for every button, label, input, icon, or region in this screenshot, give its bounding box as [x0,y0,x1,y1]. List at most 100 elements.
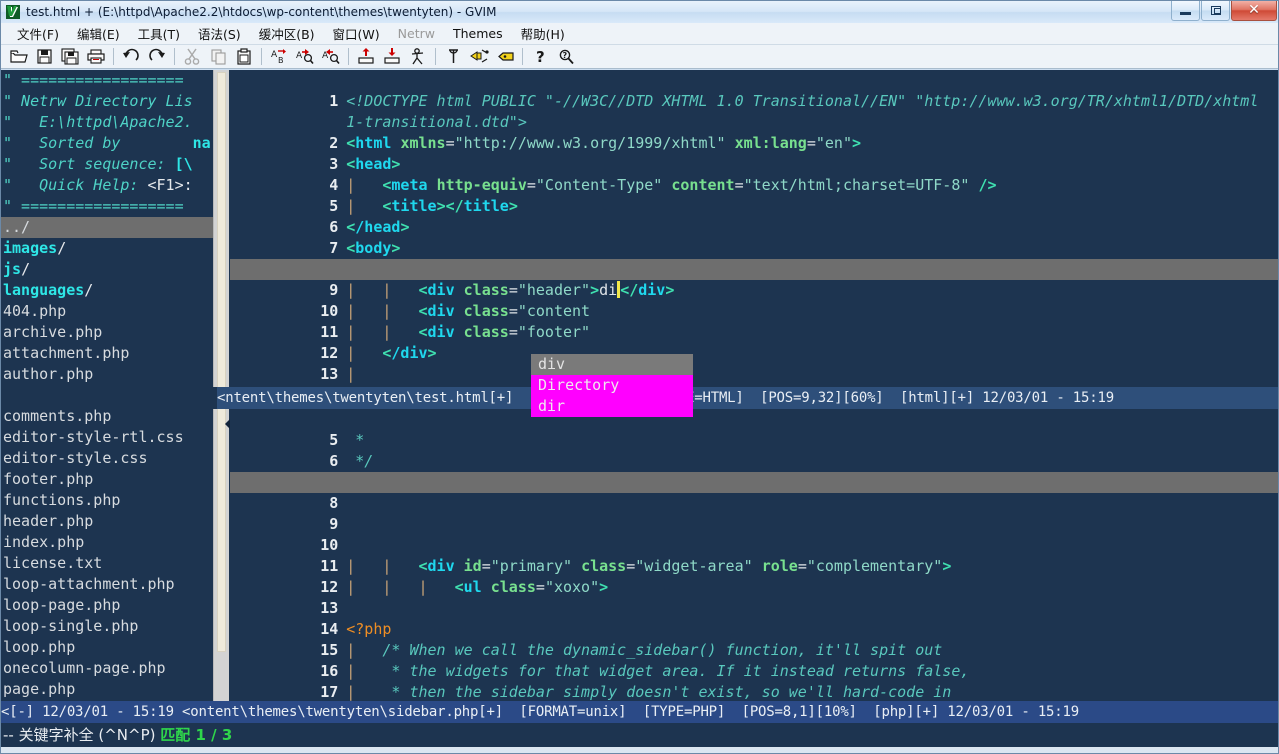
save-all-icon[interactable] [57,46,83,68]
minimize-button[interactable] [1171,1,1200,21]
toolbar-separator [113,48,114,65]
close-button[interactable]: ✕ [1231,1,1277,21]
cut-icon[interactable] [179,46,205,68]
code-line: 10 | | <div class="content [230,280,1278,320]
menu-item-window[interactable]: 窗口(W) [324,23,389,45]
netrw-header-text: ================== [12,197,184,215]
netrw-header-line: " Sorted by na [3,134,211,152]
load-session-icon[interactable] [353,46,379,68]
netrw-entry-label: attachment.php [3,344,130,362]
menu-item-help[interactable]: 帮助(H) [512,23,574,45]
netrw-entry-languages[interactable]: languages/ [1,280,213,301]
code-line: 10 [230,514,1278,554]
editor-pane-test-html[interactable]: 1 <!DOCTYPE html PUBLIC "-//W3C//DTD XHTM… [230,70,1278,387]
netrw-entry-label: 404.php [3,302,67,320]
netrw-entry-onecolumn-page-php[interactable]: onecolumn-page.php [1,658,213,679]
completion-item-directory[interactable]: Directory [531,375,693,396]
find-help-icon[interactable]: ? [553,46,579,68]
code-line: 2 <html xmlns="http://www.w3.org/1999/xht… [230,112,1278,152]
netrw-entry-label: header.php [3,512,94,530]
netrw-entry-license-txt[interactable]: license.txt [1,553,213,574]
completion-item-div[interactable]: div [531,354,693,375]
code-line: 16 | * the widgets for that widget area. … [230,640,1278,680]
build-tags-icon[interactable] [466,46,492,68]
netrw-header-line: " Quick Help: <F1>: [3,176,193,194]
help-icon[interactable]: ? [527,46,553,68]
netrw-entry-archive-php[interactable]: archive.php [1,322,213,343]
netrw-entry-footer-php[interactable]: footer.php [1,469,213,490]
code-line: 12 | </div> [230,322,1278,362]
netrw-entry-editor-style-rtl-css[interactable]: editor-style-rtl.css [1,427,213,448]
save-session-icon[interactable] [379,46,405,68]
completion-popup-menu[interactable]: div Directory dir [531,354,693,417]
netrw-entry-label: onecolumn-page.php [3,659,166,677]
netrw-entry-404-php[interactable]: 404.php [1,301,213,322]
netrw-entry-loop-single-php[interactable]: loop-single.php [1,616,213,637]
copy-icon[interactable] [205,46,231,68]
netrw-entry-label: images [3,239,58,257]
menu-item-netrw[interactable]: Netrw [389,25,444,43]
code-line: 13 [230,577,1278,617]
open-file-icon[interactable] [5,46,31,68]
netrw-header-text: ================== [12,71,184,89]
menu-item-edit[interactable]: 编辑(E) [68,23,129,45]
code-line: 7?> [230,451,1278,491]
netrw-scrollbar-thumb[interactable] [217,72,226,652]
command-line[interactable]: -- 关键字补全 (^N^P) 匹配 1 / 3 [1,723,1278,747]
undo-icon[interactable] [118,46,144,68]
window-bottom-edge [1,747,1278,753]
code-line: 6 </head> [230,196,1278,236]
menu-item-buffers[interactable]: 缓冲区(B) [250,23,324,45]
find-replace-icon[interactable]: A B [266,46,292,68]
svg-text:A: A [296,51,303,61]
code-line: 15 | /* When we call the dynamic_sidebar(… [230,619,1278,659]
netrw-entry-comments-php[interactable]: comments.php [1,406,213,427]
menu-item-themes[interactable]: Themes [444,25,512,43]
save-file-icon[interactable] [31,46,57,68]
netrw-header-text: Netrw Directory Lis [12,92,193,110]
menu-item-syntax[interactable]: 语法(S) [189,23,250,45]
netrw-entry-loop-attachment-php[interactable]: loop-attachment.php [1,574,213,595]
code-line: 5 | <title></title> [230,175,1278,215]
code-line: 12 | | | <ul class="xoxo"> [230,556,1278,596]
toolbar-separator [435,48,436,65]
jump-tag-icon[interactable] [492,46,518,68]
toolbar: A B A A ? ? [1,45,1278,69]
run-script-icon[interactable] [405,46,431,68]
netrw-sort-value: na [192,134,211,152]
netrw-entry-author-php[interactable]: author.php [1,364,213,385]
toolbar-separator [348,48,349,65]
restore-button[interactable] [1201,1,1230,21]
netrw-entry-parent[interactable]: ../ [1,217,213,238]
print-icon[interactable] [83,46,109,68]
netrw-entry-js[interactable]: js/ [1,259,213,280]
netrw-entry-header-php[interactable]: header.php [1,511,213,532]
netrw-entry-label: license.txt [3,554,103,572]
code-line: 3 <head> [230,133,1278,173]
paste-icon[interactable] [231,46,257,68]
netrw-entry-index-php[interactable]: index.php [1,532,213,553]
menu-item-tools[interactable]: 工具(T) [129,23,189,45]
find-previous-icon[interactable]: A [318,46,344,68]
completion-item-dir[interactable]: dir [531,396,693,417]
code-line: 14</body> [230,364,1278,387]
editor-pane-sidebar-php[interactable]: 5 * 6 */ 7?> 8 9 10 11| | <div id="prima… [230,409,1278,701]
netrw-entry-functions-php[interactable]: functions.php [1,490,213,511]
code-line: 13 | [230,343,1278,383]
make-icon[interactable] [440,46,466,68]
find-next-icon[interactable]: A [292,46,318,68]
netrw-quickhelp-value: <F1>: [147,176,193,194]
netrw-entry-editor-style-css[interactable]: editor-style.css [1,448,213,469]
redo-icon[interactable] [144,46,170,68]
netrw-entry-loop-page-php[interactable]: loop-page.php [1,595,213,616]
netrw-entry-page-php[interactable]: page.php [1,679,213,700]
netrw-entry-attachment-php[interactable]: attachment.php [1,343,213,364]
netrw-entry-images[interactable]: images/ [1,238,213,259]
netrw-entry-label: ../ [3,218,31,236]
netrw-entry-loop-php[interactable]: loop.php [1,637,213,658]
vim-client-area: " ================== " Netrw Directory L… [1,70,1278,753]
menu-item-file[interactable]: 文件(F) [8,23,68,45]
netrw-entry-label: archive.php [3,323,103,341]
menu-bar: 文件(F) 编辑(E) 工具(T) 语法(S) 缓冲区(B) 窗口(W) Net… [1,23,1278,45]
netrw-entry-label: js [3,260,22,278]
